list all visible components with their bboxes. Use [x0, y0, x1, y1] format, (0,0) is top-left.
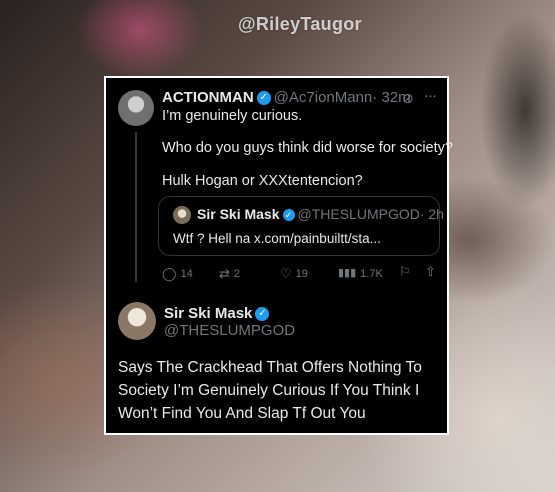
thread-line [135, 132, 137, 282]
reply-button[interactable]: ◯ 14 [162, 267, 193, 280]
views-icon: ▮▮▮ [338, 267, 357, 279]
watermark: @RileyTaugor [238, 14, 362, 34]
reply-tweet-text: Says The Crackhead That Offers Nothing T… [118, 356, 438, 425]
reply-count: 14 [180, 267, 193, 280]
reply-tweet-header: Sir Ski Mask ✓ [164, 305, 272, 323]
quoted-tweet[interactable]: Sir Ski Mask ✓ @THESLUMPGOD· 2h Wtf ? Hell… [158, 196, 444, 256]
like-icon: ♡ [280, 266, 292, 281]
like-button[interactable]: ♡ 19 [280, 267, 308, 280]
tweet-screenshot-card: ACTIONMAN ✓ @Ac7ionMann· 32m ⊘ ··· I’m gen… [104, 76, 453, 435]
quoted-author-handle: @THESLUMPGOD [297, 206, 420, 222]
quoted-author-name: Sir Ski Mask [197, 206, 280, 222]
original-author-handle[interactable]: @Ac7ionMann [274, 89, 373, 106]
views-button[interactable]: ▮▮▮ 1.7K [338, 267, 383, 280]
tweet-line-3: Hulk Hogan or XXXtentencion? [162, 173, 363, 189]
tweet-line-2: Who do you guys think did worse for soci… [162, 140, 453, 156]
background-detail [445, 0, 555, 260]
actionman-avatar[interactable] [118, 90, 154, 126]
grok-icon[interactable]: ⊘ [402, 90, 414, 107]
original-tweet-header: ACTIONMAN ✓ @Ac7ionMann· 32m [162, 89, 411, 107]
repost-button[interactable]: ⇄ 2 [219, 267, 240, 280]
sirskimask-avatar[interactable] [118, 302, 156, 340]
repost-icon: ⇄ [219, 266, 230, 281]
more-icon[interactable]: ··· [424, 87, 437, 104]
like-count: 19 [295, 267, 308, 280]
share-icon[interactable]: ⇧ [425, 264, 436, 280]
bookmark-icon[interactable]: ⚐ [399, 264, 411, 280]
quoted-tweet-time: · 2h [419, 206, 444, 222]
verified-badge-icon: ✓ [255, 306, 270, 321]
original-author-name[interactable]: ACTIONMAN [162, 89, 254, 106]
repost-count: 2 [233, 267, 241, 280]
verified-badge-icon: ✓ [282, 209, 295, 222]
tweet-line-1: I’m genuinely curious. [162, 108, 303, 124]
quoted-tweet-text: Wtf ? Hell na x.com/painbuiltt/sta... [173, 231, 381, 246]
quoted-tweet-header: Sir Ski Mask ✓ @THESLUMPGOD· 2h [197, 206, 444, 222]
reply-author-handle[interactable]: @THESLUMPGOD [164, 322, 295, 339]
reply-line-3: Won’t Find You And Slap Tf Out You [118, 405, 366, 422]
reply-author-name[interactable]: Sir Ski Mask [164, 305, 252, 322]
reply-line-2: Society I’m Genuinely Curious If You Thi… [118, 382, 420, 399]
verified-badge-icon: ✓ [256, 90, 271, 105]
reply-icon: ◯ [162, 266, 177, 281]
quoted-author-avatar [173, 206, 191, 224]
views-count: 1.7K [360, 267, 383, 280]
reply-line-1: Says The Crackhead That Offers Nothing T… [118, 359, 422, 376]
